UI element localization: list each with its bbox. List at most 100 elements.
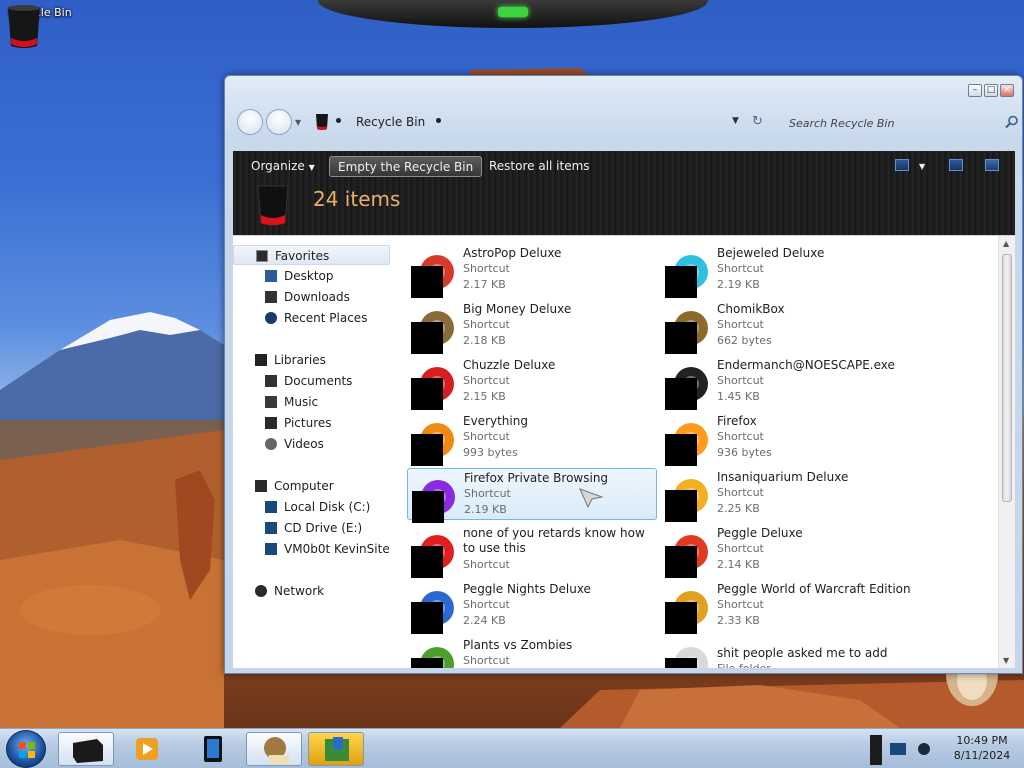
mouse-cursor-icon (579, 488, 604, 509)
breadcrumb-separator[interactable] (336, 118, 341, 123)
system-tray (870, 731, 940, 767)
pictures-icon (265, 417, 277, 429)
help-icon[interactable] (985, 159, 999, 171)
taskbar-chomikbox[interactable] (246, 732, 302, 766)
file-type: Shortcut (717, 318, 764, 331)
address-bar: ▼ Recycle Bin ▼ ↻ (235, 106, 1021, 140)
file-item[interactable]: Firefox Private Browsing Shortcut 2.19 KB (407, 468, 657, 523)
chevron-down-icon: ▼ (308, 163, 315, 172)
file-item[interactable]: Bejeweled Deluxe Shortcut 2.19 KB (661, 244, 911, 298)
file-item[interactable]: none of you retards know how to use this… (407, 524, 657, 578)
redaction-box (665, 490, 697, 522)
organize-button[interactable]: Organize ▼ (243, 156, 323, 177)
file-item[interactable]: Firefox Shortcut 936 bytes (661, 412, 911, 466)
file-type: Shortcut (717, 262, 764, 275)
desktop-icon-recycle-bin[interactable]: Recycle Bin (4, 4, 76, 48)
breadcrumb-separator[interactable] (436, 118, 441, 123)
file-item[interactable]: Peggle Nights Deluxe Shortcut 2.24 KB (407, 580, 657, 634)
taskbar-media-player[interactable] (120, 732, 176, 766)
file-item[interactable]: Insaniquarium Deluxe Shortcut 2.25 KB (661, 468, 911, 522)
search-box (781, 110, 1021, 136)
redaction-box (411, 658, 443, 668)
file-name: AstroPop Deluxe (463, 246, 562, 260)
file-type: Shortcut (463, 654, 510, 667)
close-button[interactable]: × (1000, 84, 1014, 97)
nav-recent-places[interactable]: Recent Places (233, 308, 390, 328)
nav-label: Desktop (284, 269, 334, 283)
recent-pages-dropdown[interactable]: ▼ (295, 118, 301, 127)
organize-label: Organize (251, 159, 305, 173)
file-name: shit people asked me to add (717, 646, 888, 660)
taskbar: 10:49 PM 8/11/2024 (0, 728, 1024, 768)
redaction-box (412, 491, 444, 523)
scroll-thumb[interactable] (1002, 254, 1012, 502)
file-item[interactable]: Peggle World of Warcraft Edition Shortcut… (661, 580, 911, 634)
redaction-box (665, 546, 697, 578)
vertical-scrollbar[interactable]: ▲ ▼ (998, 236, 1015, 668)
nav-desktop[interactable]: Desktop (233, 266, 390, 286)
preview-pane-icon[interactable] (949, 159, 963, 171)
empty-recycle-bin-button[interactable]: Empty the Recycle Bin (329, 156, 483, 177)
recycle-bin-icon (8, 5, 40, 48)
shortcut-icon (411, 530, 455, 578)
maximize-button[interactable]: □ (984, 84, 998, 97)
everything-icon (411, 418, 455, 466)
view-options-dropdown[interactable]: ▼ (911, 156, 933, 177)
file-item[interactable]: AstroPop Deluxe Shortcut 2.17 KB (407, 244, 657, 298)
start-button[interactable] (6, 730, 46, 768)
nav-libraries[interactable]: Libraries (233, 350, 390, 370)
back-button[interactable] (237, 109, 263, 135)
minimize-button[interactable]: – (968, 84, 982, 97)
file-item[interactable]: shit people asked me to add File folder (661, 636, 911, 668)
taskbar-explorer[interactable] (58, 732, 114, 766)
redaction-box (411, 602, 443, 634)
nav-pictures[interactable]: Pictures (233, 413, 390, 433)
scroll-up-arrow[interactable]: ▲ (1003, 239, 1009, 248)
nav-computer[interactable]: Computer (233, 476, 390, 496)
nav-vm-site[interactable]: VM0b0t KevinSite (233, 539, 390, 559)
forward-button[interactable] (266, 109, 292, 135)
navigation-pane: Favorites Desktop Downloads Recent Place… (233, 236, 398, 668)
file-type: Shortcut (717, 374, 764, 387)
file-item[interactable]: ChomikBox Shortcut 662 bytes (661, 300, 911, 354)
nav-favorites[interactable]: Favorites (233, 245, 390, 265)
file-item[interactable]: Plants vs Zombies Shortcut (407, 636, 657, 668)
file-item[interactable]: Endermanch@NOESCAPE.exe Shortcut 1.45 KB (661, 356, 911, 410)
clock-time: 10:49 PM (956, 734, 1008, 747)
breadcrumb-recycle-bin[interactable]: Recycle Bin (356, 115, 425, 129)
file-item[interactable]: Big Money Deluxe Shortcut 2.18 KB (407, 300, 657, 354)
file-type: Shortcut (463, 318, 510, 331)
file-type: Shortcut (717, 430, 764, 443)
restore-all-button[interactable]: Restore all items (481, 156, 598, 177)
search-icon[interactable] (1005, 115, 1019, 129)
taskbar-app[interactable] (308, 732, 364, 766)
file-type: Shortcut (463, 374, 510, 387)
search-input[interactable] (781, 110, 1021, 136)
change-view-icon[interactable] (895, 159, 909, 171)
peggle-wow-icon (665, 586, 709, 634)
file-size: 2.18 KB (463, 334, 506, 347)
address-dropdown[interactable]: ▼ (732, 116, 739, 126)
nav-documents[interactable]: Documents (233, 371, 390, 391)
system-clock[interactable]: 10:49 PM 8/11/2024 (940, 733, 1024, 763)
scroll-down-arrow[interactable]: ▼ (1003, 656, 1009, 665)
nav-downloads[interactable]: Downloads (233, 287, 390, 307)
file-item[interactable]: Everything Shortcut 993 bytes (407, 412, 657, 466)
file-item[interactable]: Chuzzle Deluxe Shortcut 2.15 KB (407, 356, 657, 410)
file-size: 2.15 KB (463, 390, 506, 403)
nav-local-disk[interactable]: Local Disk (C:) (233, 497, 390, 517)
file-item[interactable]: Peggle Deluxe Shortcut 2.14 KB (661, 524, 911, 578)
redaction-box (411, 546, 443, 578)
nav-cd-drive[interactable]: CD Drive (E:) (233, 518, 390, 538)
taskbar-device[interactable] (184, 732, 240, 766)
redaction-box (411, 378, 443, 410)
tray-icons[interactable] (870, 731, 940, 767)
nav-network[interactable]: Network (233, 581, 390, 601)
nav-label: Network (274, 584, 325, 598)
file-size: 662 bytes (717, 334, 772, 347)
nav-videos[interactable]: Videos (233, 434, 390, 454)
refresh-icon[interactable]: ↻ (752, 114, 763, 129)
nav-music[interactable]: Music (233, 392, 390, 412)
content-area: Favorites Desktop Downloads Recent Place… (233, 236, 1015, 668)
file-type: Shortcut (463, 262, 510, 275)
